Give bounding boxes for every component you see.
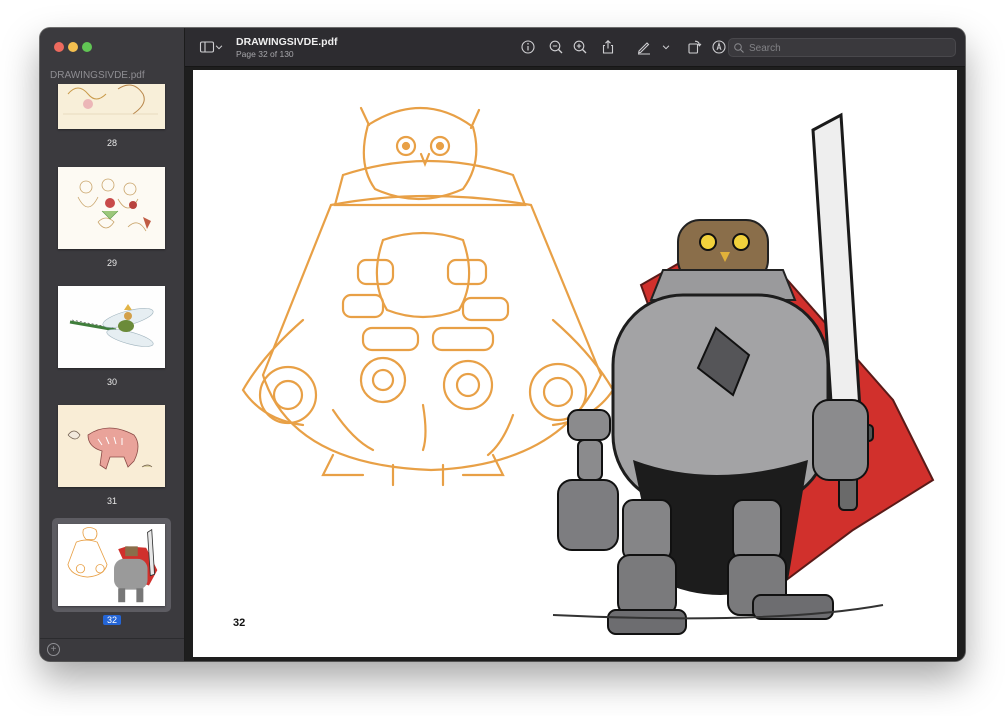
thumbnail-label: 30 <box>106 377 117 387</box>
zoom-out-icon[interactable] <box>546 37 566 57</box>
sidebar-footer: + <box>40 638 184 661</box>
thumbnail-image <box>58 524 165 606</box>
thumbnail-image <box>58 405 165 487</box>
owl-sketch <box>241 106 615 487</box>
selected-page-label: 32 <box>102 615 121 625</box>
add-page-icon[interactable]: + <box>47 643 60 656</box>
sidebar-title: DRAWINGSIVDE.pdf <box>50 70 145 81</box>
search-icon <box>734 43 744 53</box>
search-field[interactable] <box>728 38 956 57</box>
rotate-icon[interactable] <box>684 37 704 57</box>
thumbnail-label: 32 <box>40 615 184 625</box>
page-number: 32 <box>233 617 246 629</box>
thumbnail-image <box>58 84 165 129</box>
thumbnail-label: 31 <box>106 496 117 506</box>
preview-window: DRAWINGSIVDE.pdf 28 29 30 31 32 + DRAWIN… <box>40 28 965 661</box>
markup-pen-icon[interactable] <box>634 37 654 57</box>
pdf-page: 32 <box>193 70 957 657</box>
page-status: Page 32 of 130 <box>236 49 294 59</box>
thumbnail-list[interactable]: 28 29 30 31 32 <box>40 84 184 640</box>
zoom-window-button[interactable] <box>82 42 92 52</box>
chevron-down-icon[interactable] <box>213 37 225 57</box>
thumbnail-sidebar: DRAWINGSIVDE.pdf 28 29 30 31 32 + <box>40 28 185 661</box>
document-view[interactable]: 32 <box>185 67 965 661</box>
toolbar: DRAWINGSIVDE.pdf Page 32 of 130 <box>185 28 965 67</box>
owl-knight-illustration <box>552 112 935 635</box>
thumbnail-label: 29 <box>106 258 117 268</box>
markup-chevron-down-icon[interactable] <box>660 37 672 57</box>
zoom-in-icon[interactable] <box>570 37 590 57</box>
document-title: DRAWINGSIVDE.pdf <box>236 36 338 48</box>
page-artwork <box>241 106 935 635</box>
share-icon[interactable] <box>598 37 618 57</box>
info-icon[interactable] <box>518 37 538 57</box>
annotate-icon[interactable] <box>709 37 729 57</box>
thumbnail-image <box>58 167 165 249</box>
minimize-window-button[interactable] <box>68 42 78 52</box>
search-input[interactable] <box>747 40 951 57</box>
thumbnail-image <box>58 286 165 368</box>
close-window-button[interactable] <box>54 42 64 52</box>
thumbnail-label: 28 <box>106 138 117 148</box>
